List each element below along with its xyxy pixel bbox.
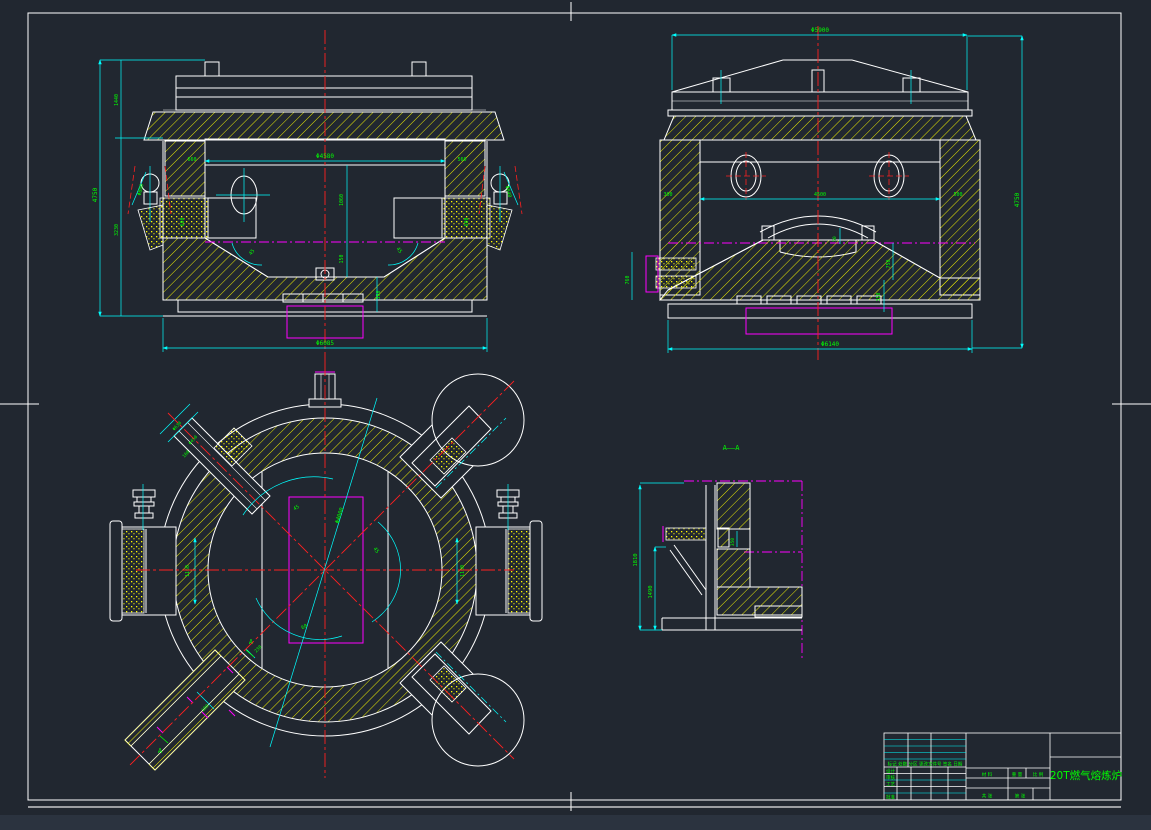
wall-hatch-upper <box>717 483 750 529</box>
wall-hatch-mid <box>718 528 729 547</box>
dim-inner-depth: 150 <box>339 254 345 263</box>
revision-header: 标记 处数 分区 更改文件号 签名 日期 <box>888 761 963 768</box>
base-hatch <box>717 587 802 615</box>
dim-wall-right: 560 <box>457 157 466 163</box>
drawing-title: 20T燃气熔炼炉 <box>1050 769 1122 782</box>
sheet-label: 第 张 <box>1015 793 1026 800</box>
dim-height-total: 4750 <box>1014 192 1021 207</box>
dim-trunnion-left: 1160 <box>185 565 191 577</box>
dim-pocket-right: 600 <box>464 217 470 226</box>
row-approve: 批准 <box>886 794 895 801</box>
right-wall-hatch <box>445 141 485 196</box>
row-process: 工艺 <box>886 782 895 788</box>
dim-dome-gap: 50 <box>832 236 838 242</box>
dim-height-inner: 1490 <box>648 585 654 598</box>
dim-height-lower: 3230 <box>114 224 120 236</box>
dim-bath-depth: 750 <box>886 259 892 268</box>
scale-label: 比 例 <box>1033 771 1044 778</box>
wall-hatch-lower <box>717 549 750 587</box>
left-wall-hatch <box>660 140 700 295</box>
weight-label: 重 量 <box>1012 771 1023 778</box>
dim-height-outer: 1810 <box>633 553 639 566</box>
lid-refractory-hatch <box>144 112 504 140</box>
dim-wall-thickness: 350 <box>730 538 736 546</box>
bottom-strip <box>0 815 1151 830</box>
dim-base-height: 350 <box>876 292 882 301</box>
material-label: 材 料 <box>982 771 993 778</box>
row-design: 设计 <box>886 768 895 775</box>
dim-spout-height: 760 <box>625 275 631 284</box>
dim-height-total: 4750 <box>92 187 99 202</box>
left-wall-hatch <box>165 141 205 196</box>
dim-inner-width: 4500 <box>814 192 826 198</box>
dim-overall-width: Φ6140 <box>821 341 839 348</box>
row-check: 审核 <box>886 774 895 781</box>
roof-refractory-hatch <box>664 116 976 140</box>
right-wall-hatch <box>940 140 980 295</box>
section-label: A——A <box>723 444 741 452</box>
dim-pocket-left: 600 <box>180 217 186 226</box>
dim-wall-left: 300 <box>663 192 672 198</box>
cad-drawing-canvas[interactable]: Φ4580 660 560 600 600 1060 150 45 45 350… <box>0 0 1151 830</box>
dim-top-width: Φ4580 <box>316 153 334 160</box>
dim-trunnion-right: 1160 <box>460 565 466 577</box>
sheets-label: 共 张 <box>982 793 993 800</box>
dim-height-upper: 1440 <box>114 94 120 106</box>
dim-wall-right: 500 <box>953 192 962 198</box>
dim-base-height: 350 <box>376 290 382 299</box>
dim-wall-left: 660 <box>187 157 196 163</box>
dim-top-width: Φ5900 <box>811 27 829 34</box>
dim-overall-width: Φ6085 <box>316 340 334 347</box>
dim-inner-height: 1060 <box>339 194 345 206</box>
